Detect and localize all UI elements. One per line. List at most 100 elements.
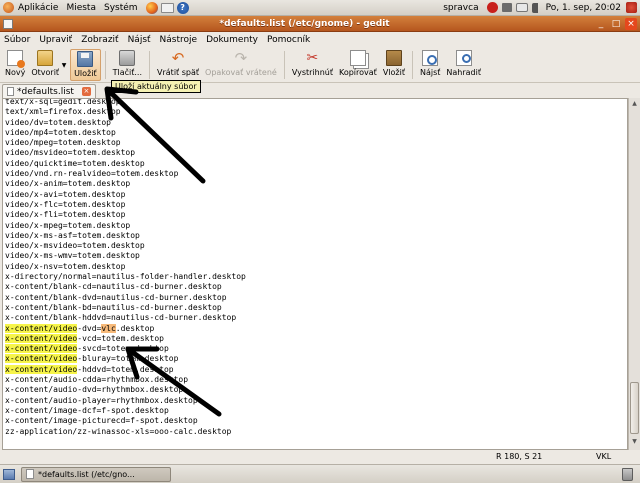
window-titlebar[interactable]: *defaults.list (/etc/gnome) - gedit _ □ … <box>0 16 640 32</box>
redo-arrow-icon: ↷ <box>234 49 248 67</box>
bottom-panel: *defaults.list (/etc/gno... <box>0 464 640 483</box>
save-button[interactable]: Uložiť <box>70 49 101 81</box>
close-icon[interactable]: × <box>625 17 637 30</box>
vertical-scrollbar[interactable]: ▲ ▼ <box>628 98 640 450</box>
editor-line[interactable]: video/msvideo=totem.desktop <box>5 148 625 158</box>
tab-defaults-list[interactable]: *defaults.list × <box>2 84 96 98</box>
new-document-icon <box>7 50 26 68</box>
copy-icon <box>349 50 366 66</box>
copy-button[interactable]: Kopírovať <box>336 49 380 81</box>
text-editor[interactable]: text/x-sql=gedit.desktop text/xml=firefox… <box>2 98 628 450</box>
toolbar-separator <box>411 51 413 79</box>
editor-line[interactable]: video/x-ms-asf=totem.desktop <box>5 231 625 241</box>
messages-icon[interactable] <box>515 3 528 12</box>
toolbar-separator <box>149 51 151 79</box>
undo-button[interactable]: ↶ Vrátiť späť <box>154 49 202 81</box>
scroll-up-icon[interactable]: ▲ <box>630 99 639 109</box>
floppy-disk-icon <box>77 51 94 67</box>
editor-line[interactable]: video/mp4=totem.desktop <box>5 128 625 138</box>
editor-line[interactable]: video/quicktime=totem.desktop <box>5 159 625 169</box>
panel-menu-system[interactable]: Systém <box>104 3 138 13</box>
menu-tools[interactable]: Nástroje <box>160 35 198 45</box>
editor-line[interactable]: video/x-msvideo=totem.desktop <box>5 241 625 251</box>
editor-line[interactable]: video/dv=totem.desktop <box>5 118 625 128</box>
editor-line[interactable]: x-content/video-svcd=totem.desktop <box>5 344 625 354</box>
panel-menu-places[interactable]: Miesta <box>66 3 96 13</box>
new-button[interactable]: Nový <box>2 49 28 81</box>
editor-line[interactable]: video/x-avi=totem.desktop <box>5 190 625 200</box>
editor-line[interactable]: video/mpeg=totem.desktop <box>5 138 625 148</box>
editor-line[interactable]: x-content/blank-dvd=nautilus-cd-burner.d… <box>5 293 625 303</box>
search-highlight: x-content/video <box>5 323 78 333</box>
power-icon[interactable] <box>626 2 637 13</box>
new-button-label: Nový <box>5 68 26 77</box>
editor-line[interactable]: x-content/audio-dvd=rhythmbox.desktop <box>5 385 625 395</box>
menu-help[interactable]: Pomocník <box>267 35 310 45</box>
editor-line[interactable]: video/x-flc=totem.desktop <box>5 200 625 210</box>
printer-icon <box>119 50 136 66</box>
redo-button[interactable]: ↷ Opakovať vrátené <box>202 49 280 81</box>
editor-line[interactable]: video/x-mpeg=totem.desktop <box>5 221 625 231</box>
editor-line[interactable]: x-content/audio-player=rhythmbox.desktop <box>5 396 625 406</box>
minimize-icon[interactable]: _ <box>595 18 607 30</box>
update-notifier-icon[interactable] <box>486 2 498 13</box>
trash-icon[interactable] <box>622 468 633 481</box>
volume-icon[interactable] <box>531 2 542 13</box>
menubar: Súbor Upraviť Zobraziť Nájsť Nástroje Do… <box>0 33 640 47</box>
taskbar-item-label: *defaults.list (/etc/gno... <box>38 469 135 479</box>
scrollbar-thumb[interactable] <box>630 382 639 434</box>
editor-line[interactable]: text/x-sql=gedit.desktop <box>5 99 625 107</box>
menu-edit[interactable]: Upraviť <box>39 35 72 45</box>
panel-user-name[interactable]: spravca <box>443 3 478 13</box>
replace-button[interactable]: Nahradiť <box>443 49 484 81</box>
editor-line[interactable]: x-content/image-dcf=f-spot.desktop <box>5 406 625 416</box>
paste-button[interactable]: Vložiť <box>380 49 408 81</box>
editor-line[interactable]: x-content/audio-cdda=rhythmbox.desktop <box>5 375 625 385</box>
firefox-icon[interactable] <box>145 1 158 14</box>
editor-line[interactable]: video/x-ms-wmv=totem.desktop <box>5 251 625 261</box>
editor-line[interactable]: video/x-anim=totem.desktop <box>5 179 625 189</box>
editor-line[interactable]: zz-application/zz-winassoc-xls=ooo-calc.… <box>5 427 625 437</box>
network-icon[interactable] <box>501 3 512 12</box>
editor-line[interactable]: x-content/video-dvd=vlc.desktop <box>5 323 625 334</box>
open-recent-dropdown[interactable]: ▼ <box>60 49 68 81</box>
scroll-down-icon[interactable]: ▼ <box>630 437 639 447</box>
show-desktop-icon[interactable] <box>3 468 15 480</box>
text-file-icon <box>26 469 34 479</box>
editor-line[interactable]: x-content/blank-cd=nautilus-cd-burner.de… <box>5 282 625 292</box>
tab-close-icon[interactable]: × <box>81 87 91 96</box>
open-button[interactable]: Otvoriť <box>28 49 62 81</box>
toolbar-separator <box>283 51 285 79</box>
menu-search[interactable]: Nájsť <box>128 35 151 45</box>
editor-line[interactable]: video/x-fli=totem.desktop <box>5 210 625 220</box>
editor-line[interactable]: x-content/image-picturecd=f-spot.desktop <box>5 416 625 426</box>
panel-menu-applications[interactable]: Aplikácie <box>18 3 58 13</box>
editor-line[interactable]: x-content/blank-hddvd=nautilus-cd-burner… <box>5 313 625 323</box>
ubuntu-logo-icon[interactable] <box>3 2 14 13</box>
text-file-icon <box>7 87 14 96</box>
gedit-app-icon[interactable] <box>3 18 13 29</box>
print-button[interactable]: Tlačiť... <box>110 49 145 81</box>
editor-line[interactable]: text/xml=firefox.desktop <box>5 107 625 117</box>
menu-file[interactable]: Súbor <box>4 35 30 45</box>
find-button[interactable]: Nájsť <box>417 49 443 81</box>
menu-view[interactable]: Zobraziť <box>81 35 118 45</box>
mail-icon[interactable] <box>160 2 174 13</box>
save-tooltip: Uloží aktuálny súbor <box>111 80 201 93</box>
editor-content[interactable]: text/x-sql=gedit.desktop text/xml=firefox… <box>3 99 627 437</box>
menu-documents[interactable]: Dokumenty <box>206 35 258 45</box>
editor-line[interactable]: x-directory/normal=nautilus-folder-handl… <box>5 272 625 282</box>
editor-line[interactable]: video/vnd.rn-realvideo=totem.desktop <box>5 169 625 179</box>
maximize-icon[interactable]: □ <box>610 18 622 30</box>
editor-line[interactable]: x-content/video-hddvd=totem.desktop <box>5 364 625 375</box>
editor-line[interactable]: x-content/blank-bd=nautilus-cd-burner.de… <box>5 303 625 313</box>
top-panel: Aplikácie Miesta Systém ? spravca Po, 1.… <box>0 0 640 16</box>
cut-button[interactable]: ✂ Vystrihnúť <box>289 49 336 81</box>
panel-clock[interactable]: Po, 1. sep, 20:02 <box>546 3 621 13</box>
taskbar-item-gedit[interactable]: *defaults.list (/etc/gno... <box>21 466 171 482</box>
editor-line[interactable]: x-content/video-bluray=totem.desktop <box>5 354 625 364</box>
help-icon[interactable]: ? <box>176 1 189 14</box>
editor-line[interactable]: video/x-nsv=totem.desktop <box>5 262 625 272</box>
editor-line[interactable]: x-content/video-vcd=totem.desktop <box>5 333 625 344</box>
open-folder-icon <box>37 50 54 66</box>
